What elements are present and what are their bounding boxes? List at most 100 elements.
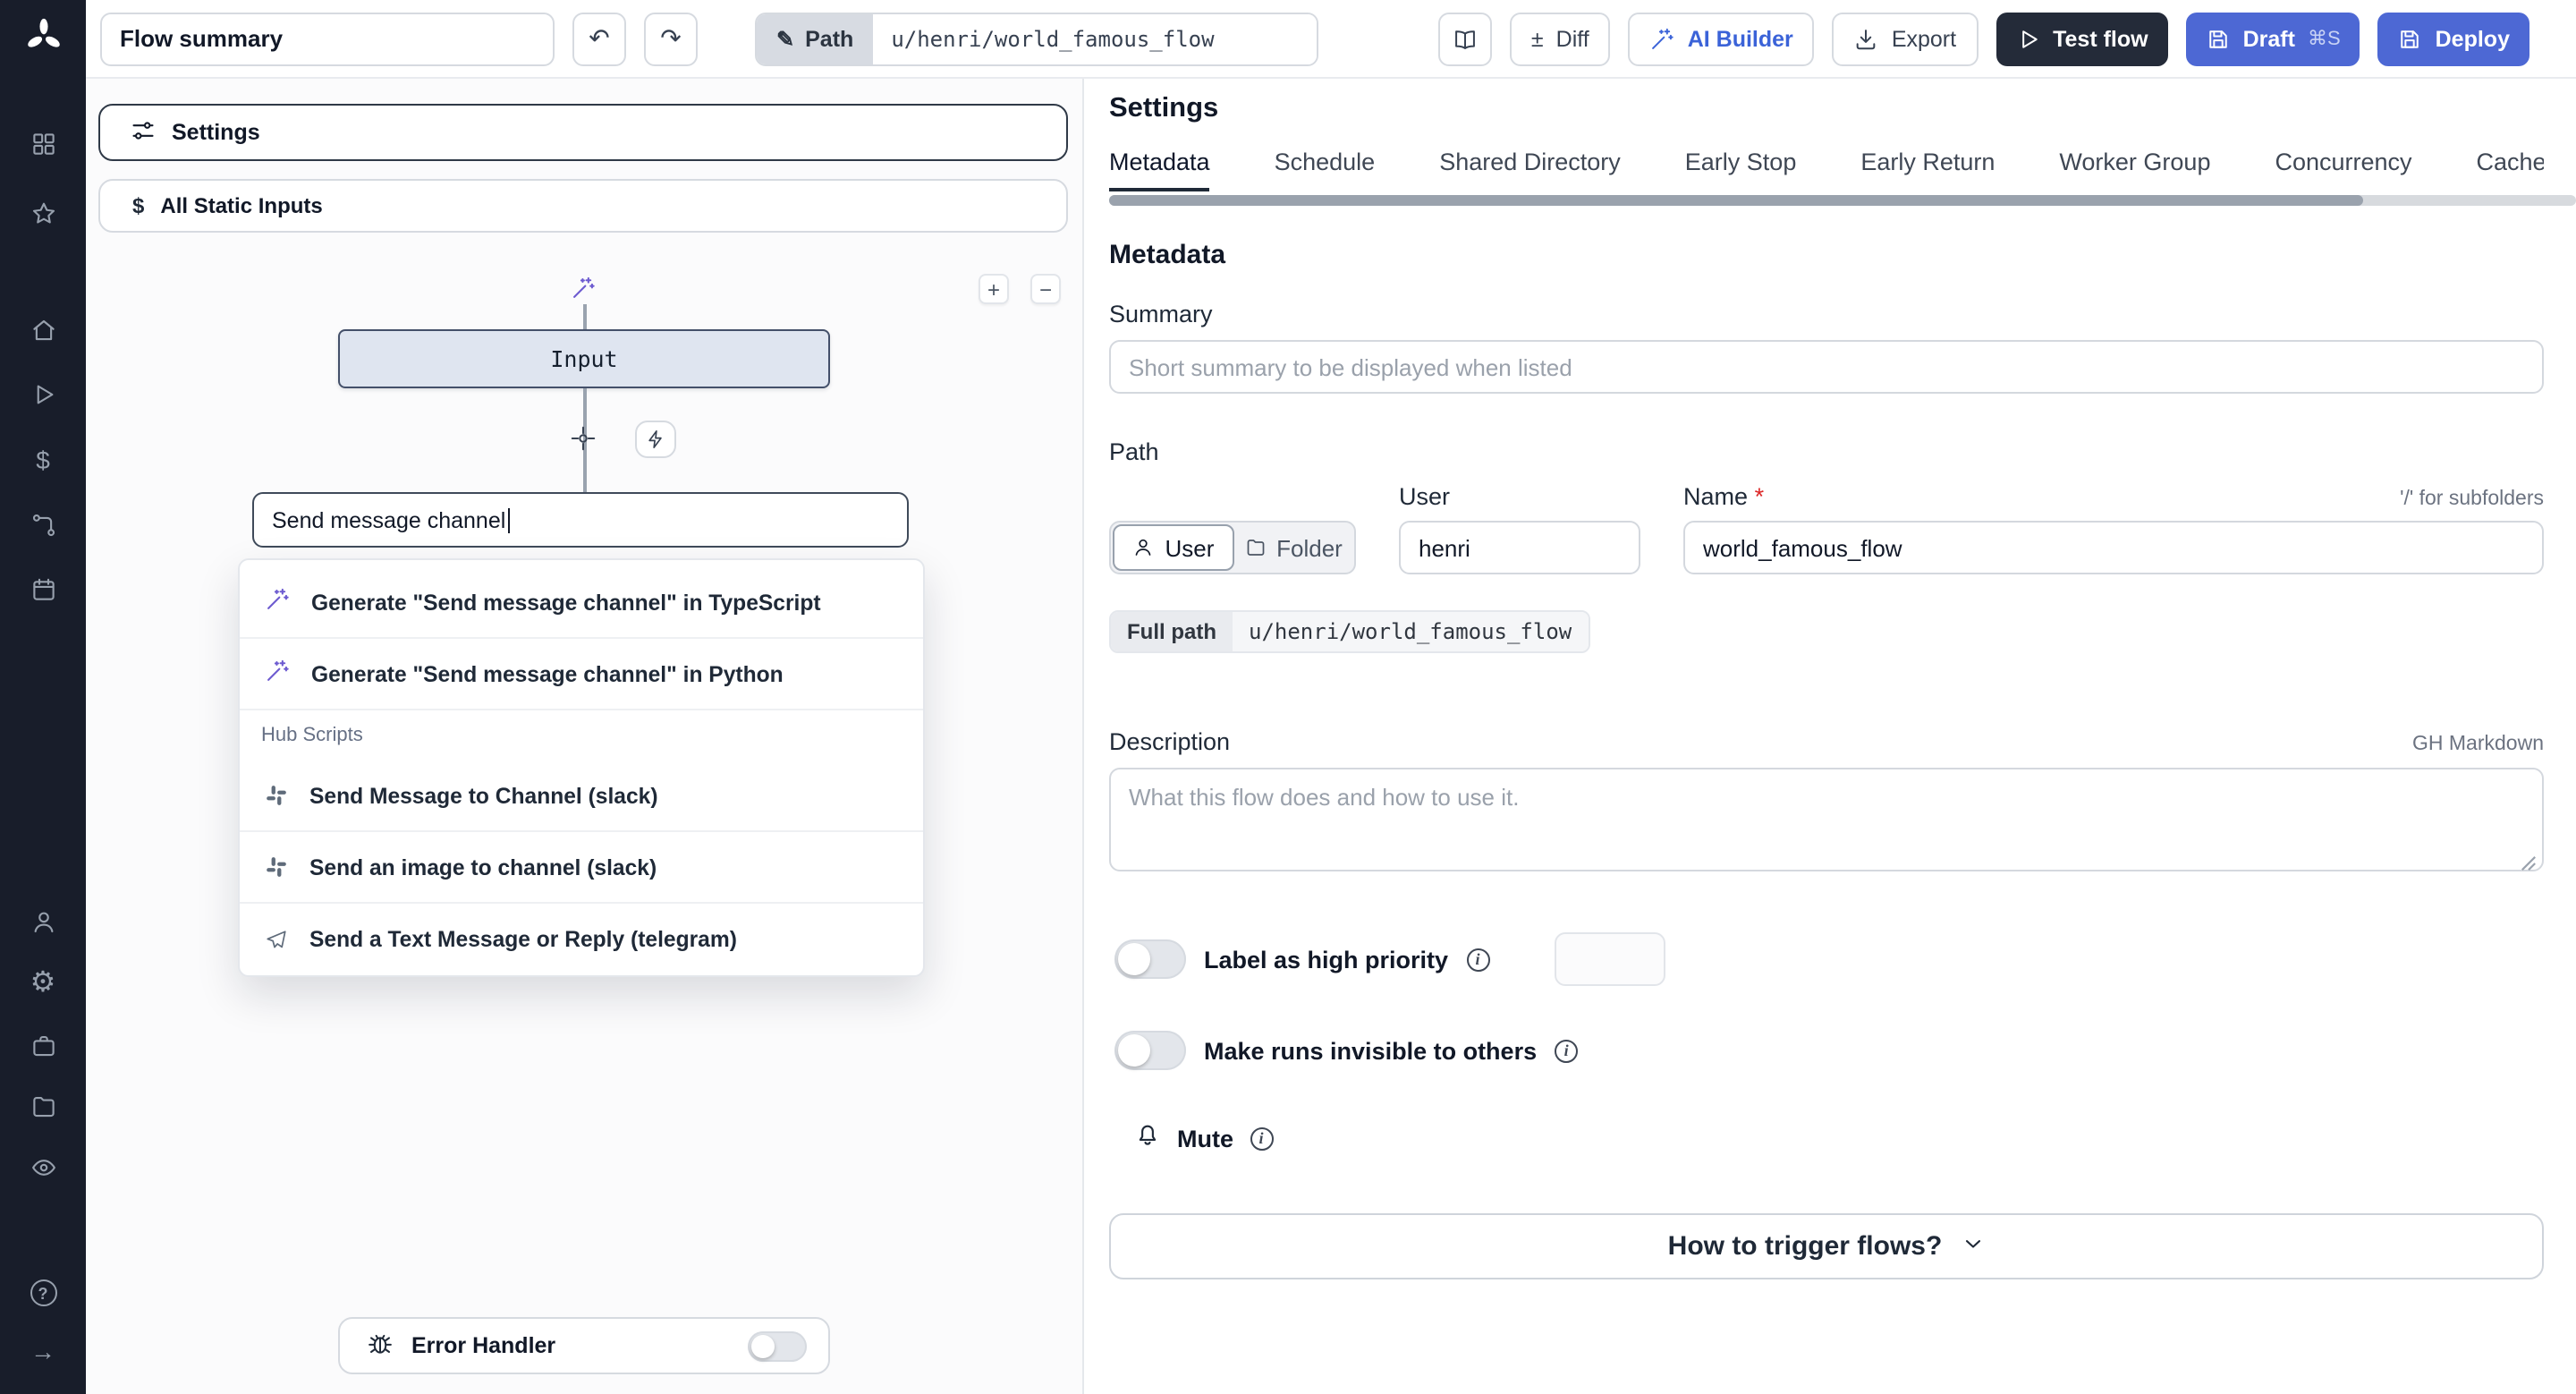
tab-early-return[interactable]: Early Return bbox=[1860, 149, 1995, 191]
toolbar: ↶ ↷ ✎ Path u/henri/world_famous_flow ± D… bbox=[86, 0, 2576, 79]
invisible-runs-row: Make runs invisible to others i bbox=[1109, 1031, 2544, 1070]
error-handler-node[interactable]: Error Handler bbox=[338, 1317, 830, 1374]
hub-script-item[interactable]: Send a Text Message or Reply (telegram) bbox=[240, 904, 923, 975]
pencil-icon: ✎ bbox=[776, 26, 795, 51]
bolt-icon bbox=[648, 430, 662, 448]
diff-button[interactable]: ± Diff bbox=[1509, 12, 1611, 65]
draft-shortcut: ⌘S bbox=[2307, 29, 2341, 50]
description-textarea[interactable] bbox=[1109, 768, 2544, 871]
test-flow-button[interactable]: Test flow bbox=[1996, 12, 2168, 65]
settings-icon[interactable]: ⚙ bbox=[0, 969, 86, 999]
diff-icon: ± bbox=[1530, 26, 1544, 51]
high-priority-row: Label as high priority i bbox=[1109, 932, 2544, 986]
flow-summary-input[interactable] bbox=[100, 12, 555, 65]
mute-label: Mute bbox=[1177, 1125, 1233, 1152]
audit-logs-icon[interactable] bbox=[0, 1154, 86, 1181]
flows-icon[interactable] bbox=[0, 512, 86, 539]
owner-folder-button[interactable]: Folder bbox=[1234, 524, 1352, 571]
invisible-runs-toggle[interactable] bbox=[1114, 1031, 1186, 1070]
zoom-out-button[interactable]: − bbox=[1030, 274, 1061, 304]
play-icon bbox=[2021, 30, 2037, 47]
name-field[interactable] bbox=[1683, 521, 2544, 574]
info-icon[interactable]: i bbox=[1250, 1126, 1273, 1150]
name-field-label: Name * bbox=[1683, 483, 1765, 510]
high-priority-toggle[interactable] bbox=[1114, 939, 1186, 979]
path-label: Path bbox=[805, 26, 854, 51]
trigger-bolt-button[interactable] bbox=[635, 421, 676, 458]
info-icon[interactable]: i bbox=[1466, 948, 1490, 971]
flow-settings-node[interactable]: Settings bbox=[98, 104, 1068, 161]
schedules-icon[interactable] bbox=[0, 576, 86, 603]
bell-icon bbox=[1134, 1120, 1161, 1156]
hub-script-item[interactable]: Send an image to channel (slack) bbox=[240, 832, 923, 904]
zoom-in-button[interactable]: + bbox=[979, 274, 1009, 304]
mute-row: Mute i bbox=[1109, 1120, 2544, 1156]
export-button[interactable]: Export bbox=[1832, 12, 1979, 65]
variables-icon[interactable]: $ bbox=[0, 447, 86, 472]
main-area: ↶ ↷ ✎ Path u/henri/world_famous_flow ± D… bbox=[86, 0, 2576, 1394]
path-editor[interactable]: ✎ Path u/henri/world_famous_flow bbox=[755, 12, 1319, 65]
user-field[interactable] bbox=[1399, 521, 1640, 574]
summary-label: Summary bbox=[1109, 301, 1213, 327]
owner-user-button[interactable]: User bbox=[1113, 524, 1234, 571]
priority-value-input[interactable] bbox=[1554, 932, 1665, 986]
wand-icon bbox=[1652, 27, 1674, 48]
metadata-heading: Metadata bbox=[1109, 240, 1226, 270]
tab-metadata[interactable]: Metadata bbox=[1109, 149, 1210, 191]
summary-input[interactable] bbox=[1109, 340, 2544, 394]
save-icon bbox=[2208, 30, 2227, 47]
tab-schedule[interactable]: Schedule bbox=[1275, 149, 1376, 191]
app-window: $ ⚙ ? → Flow summary ↶ ↷ ✎ Path u/henri/… bbox=[0, 0, 2576, 1394]
settings-panel: Settings Metadata Schedule Shared Direct… bbox=[1084, 79, 2576, 1394]
text-caret bbox=[507, 507, 511, 532]
error-handler-toggle[interactable] bbox=[748, 1330, 807, 1361]
static-inputs-node[interactable]: $ All Static Inputs bbox=[98, 179, 1068, 233]
chevron-down-icon bbox=[1960, 1230, 1985, 1262]
redo-button[interactable]: ↷ bbox=[644, 12, 698, 65]
collapse-icon[interactable]: → bbox=[0, 1339, 86, 1364]
home-icon[interactable] bbox=[0, 317, 86, 344]
required-asterisk: * bbox=[1754, 483, 1765, 510]
hub-script-item[interactable]: Send Message to Channel (slack) bbox=[240, 761, 923, 832]
subfolder-hint: '/' for subfolders bbox=[2400, 489, 2544, 510]
resize-handle-icon[interactable] bbox=[2521, 848, 2537, 871]
tabs-scrollbar[interactable] bbox=[1109, 195, 2576, 206]
settings-tabs: Metadata Schedule Shared Directory Early… bbox=[1109, 149, 2576, 191]
tabs-scrollbar-thumb[interactable] bbox=[1109, 195, 2364, 206]
tab-concurrency[interactable]: Concurrency bbox=[2275, 149, 2411, 191]
runs-icon[interactable] bbox=[0, 381, 86, 408]
docs-button[interactable] bbox=[1437, 12, 1492, 65]
path-row: User Folder User Na bbox=[1109, 483, 2544, 574]
path-value: u/henri/world_famous_flow bbox=[873, 13, 1318, 64]
user-icon[interactable] bbox=[0, 909, 86, 936]
apps-icon[interactable] bbox=[0, 131, 86, 157]
tab-early-stop[interactable]: Early Stop bbox=[1685, 149, 1797, 191]
redo-icon: ↷ bbox=[660, 23, 682, 52]
wand-icon bbox=[265, 659, 290, 689]
high-priority-label: Label as high priority bbox=[1204, 946, 1449, 973]
full-path-chip: Full path u/henri/world_famous_flow bbox=[1109, 610, 1590, 653]
content: Settings $ All Static Inputs + − Input S… bbox=[86, 79, 2576, 1394]
input-node[interactable]: Input bbox=[338, 329, 830, 388]
favorites-icon[interactable] bbox=[0, 200, 86, 227]
flow-edge bbox=[583, 304, 586, 329]
tab-cache[interactable]: Cache bbox=[2477, 149, 2545, 191]
step-search-input[interactable]: Send message channel bbox=[252, 492, 909, 548]
deploy-button[interactable]: Deploy bbox=[2377, 12, 2529, 65]
tab-worker-group[interactable]: Worker Group bbox=[2059, 149, 2210, 191]
insert-step-icon[interactable] bbox=[571, 426, 596, 460]
tab-shared-directory[interactable]: Shared Directory bbox=[1439, 149, 1621, 191]
windmill-logo[interactable] bbox=[0, 18, 86, 55]
full-path-label: Full path bbox=[1111, 612, 1233, 651]
info-icon[interactable]: i bbox=[1555, 1039, 1579, 1062]
generate-python-item[interactable]: Generate "Send message channel" in Pytho… bbox=[240, 639, 923, 710]
step-search-dropdown: Generate "Send message channel" in TypeS… bbox=[238, 558, 925, 977]
workers-icon[interactable] bbox=[0, 1033, 86, 1059]
help-icon[interactable]: ? bbox=[0, 1279, 86, 1306]
generate-typescript-item[interactable]: Generate "Send message channel" in TypeS… bbox=[240, 567, 923, 639]
folders-icon[interactable] bbox=[0, 1093, 86, 1120]
draft-button[interactable]: Draft ⌘S bbox=[2185, 12, 2360, 65]
ai-builder-button[interactable]: AI Builder bbox=[1628, 12, 1815, 65]
undo-button[interactable]: ↶ bbox=[572, 12, 626, 65]
how-to-trigger-button[interactable]: How to trigger flows? bbox=[1109, 1213, 2544, 1279]
